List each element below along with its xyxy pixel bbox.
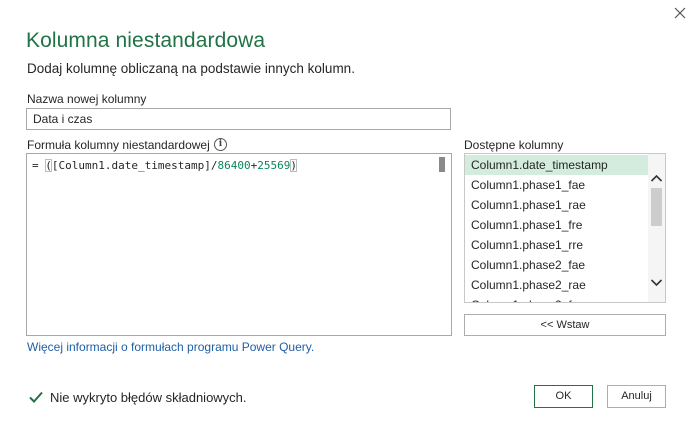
column-item[interactable]: Column1.phase2_fae <box>465 255 649 275</box>
formula-prefix: = <box>32 159 46 172</box>
cancel-button[interactable]: Anuluj <box>607 385 666 408</box>
scroll-up-button[interactable] <box>648 170 665 187</box>
dialog-title: Kolumna niestandardowa <box>26 29 266 52</box>
close-icon <box>674 7 686 19</box>
chevron-down-icon <box>650 279 663 287</box>
column-item[interactable]: Column1.phase1_fre <box>465 215 649 235</box>
chevron-up-icon <box>650 174 663 182</box>
columns-scrollbar[interactable] <box>648 154 665 302</box>
available-columns-list[interactable]: Column1.date_timestamp Column1.phase1_fa… <box>464 153 666 303</box>
column-item[interactable]: Column1.date_timestamp <box>465 155 649 175</box>
help-link[interactable]: Więcej informacji o formułach programu P… <box>27 340 314 354</box>
formula-scroll-thumb[interactable] <box>439 157 445 172</box>
column-name-label: Nazwa nowej kolumny <box>27 92 147 106</box>
available-columns-label: Dostępne kolumny <box>464 138 564 152</box>
column-item[interactable]: Column1.phase2_fre <box>465 295 649 302</box>
formula-body: [Column1.date_timestamp]/ <box>51 159 218 172</box>
column-item[interactable]: Column1.phase2_rae <box>465 275 649 295</box>
scroll-thumb[interactable] <box>651 188 662 226</box>
insert-button[interactable]: << Wstaw <box>464 314 666 336</box>
syntax-status: Nie wykryto błędów składniowych. <box>28 389 247 405</box>
close-button[interactable] <box>670 3 690 23</box>
info-icon[interactable]: i <box>214 138 227 151</box>
column-item[interactable]: Column1.phase1_fae <box>465 175 649 195</box>
column-name-input[interactable] <box>26 108 451 130</box>
formula-text: = ([Column1.date_timestamp]/86400+25569) <box>32 159 297 172</box>
formula-editor[interactable]: = ([Column1.date_timestamp]/86400+25569) <box>26 153 452 336</box>
syntax-status-text: Nie wykryto błędów składniowych. <box>50 389 247 405</box>
column-item[interactable]: Column1.phase1_rae <box>465 195 649 215</box>
formula-number-1: 86400 <box>217 159 251 172</box>
ok-button[interactable]: OK <box>534 385 593 408</box>
scroll-down-button[interactable] <box>648 274 665 291</box>
dialog-subtitle: Dodaj kolumnę obliczaną na podstawie inn… <box>27 61 355 76</box>
column-item[interactable]: Column1.phase1_rre <box>465 235 649 255</box>
formula-number-2: 25569 <box>257 159 291 172</box>
formula-close-paren: ) <box>290 159 297 172</box>
formula-open-paren: ( <box>45 159 52 172</box>
check-icon <box>29 391 43 403</box>
formula-label: Formuła kolumny niestandardowej <box>27 138 210 152</box>
